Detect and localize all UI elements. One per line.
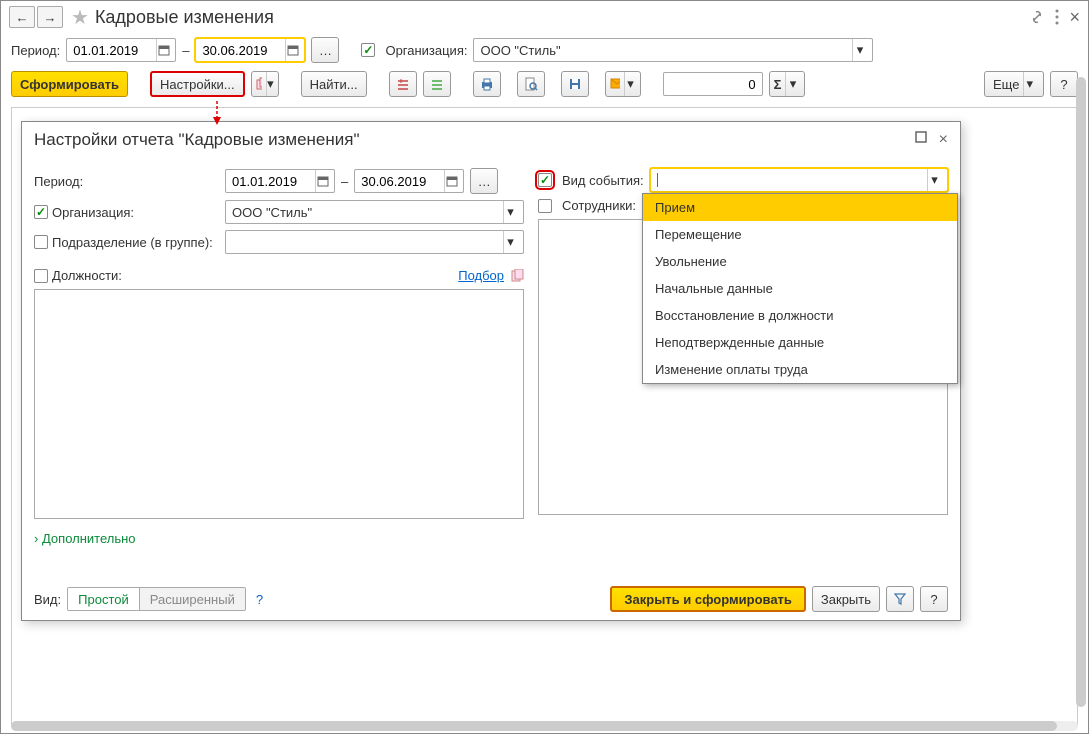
dialog-subdiv-select[interactable]: ▾ — [225, 230, 524, 254]
dialog-title: Настройки отчета "Кадровые изменения" — [34, 130, 360, 150]
period-picker-button[interactable]: … — [311, 37, 339, 63]
scrollbar-horizontal[interactable] — [11, 721, 1078, 731]
view-simple-tab[interactable]: Простой — [68, 588, 140, 610]
period-separator: – — [182, 43, 189, 58]
dialog-org-select[interactable]: ООО "Стиль" ▾ — [225, 200, 524, 224]
annotation-arrow-icon — [211, 101, 223, 125]
event-dropdown-list: Прием Перемещение Увольнение Начальные д… — [642, 193, 958, 384]
paste-icon[interactable] — [510, 269, 524, 283]
dialog-employees-label: Сотрудники: — [562, 198, 636, 213]
chevron-down-icon[interactable]: ▾ — [503, 201, 517, 223]
org-checkbox[interactable] — [361, 43, 375, 57]
calendar-icon[interactable] — [444, 170, 459, 192]
additional-toggle[interactable]: › Дополнительно — [34, 531, 136, 546]
chevron-down-icon: ▾ — [785, 72, 799, 96]
nav-forward-button[interactable]: → — [37, 6, 63, 28]
expand-groups-button[interactable] — [389, 71, 417, 97]
chevron-down-icon: ▾ — [1023, 72, 1035, 96]
dialog-close-icon[interactable]: × — [939, 131, 948, 149]
pick-link[interactable]: Подбор — [458, 268, 504, 283]
dialog-help-link[interactable]: ? — [256, 592, 263, 607]
close-button[interactable]: Закрыть — [812, 586, 880, 612]
chevron-down-icon[interactable]: ▾ — [503, 231, 517, 253]
generate-button[interactable]: Сформировать — [11, 71, 128, 97]
event-option[interactable]: Прием — [643, 194, 957, 221]
dialog-org-label: Организация: — [52, 205, 134, 220]
view-label: Вид: — [34, 592, 61, 607]
dialog-event-checkbox[interactable] — [538, 173, 552, 187]
event-option[interactable]: Перемещение — [643, 221, 957, 248]
sum-input[interactable] — [663, 72, 763, 96]
save-button[interactable] — [561, 71, 589, 97]
event-option[interactable]: Восстановление в должности — [643, 302, 957, 329]
favorite-star-icon[interactable]: ★ — [71, 5, 89, 30]
chevron-down-icon[interactable]: ▾ — [927, 169, 941, 191]
org-value: ООО "Стиль" — [480, 43, 560, 58]
dialog-subdiv-checkbox[interactable] — [34, 235, 48, 249]
dialog-employees-checkbox[interactable] — [538, 199, 552, 213]
dialog-positions-label: Должности: — [52, 268, 122, 283]
close-icon[interactable]: × — [1069, 7, 1080, 28]
help-button[interactable]: ? — [1050, 71, 1078, 97]
more-button[interactable]: Еще ▾ — [984, 71, 1044, 97]
dialog-period-label: Период: — [34, 174, 219, 189]
settings-variants-button[interactable]: ▾ — [251, 71, 279, 97]
kebab-menu-icon[interactable] — [1055, 9, 1059, 25]
chevron-down-icon: ▾ — [266, 72, 274, 96]
org-label: Организация: — [385, 43, 467, 58]
event-option[interactable]: Начальные данные — [643, 275, 957, 302]
view-advanced-tab[interactable]: Расширенный — [140, 588, 245, 610]
chevron-down-icon[interactable]: ▾ — [852, 39, 866, 61]
calendar-icon[interactable] — [285, 39, 300, 61]
event-option[interactable]: Увольнение — [643, 248, 957, 275]
calendar-icon[interactable] — [315, 170, 330, 192]
dialog-maximize-icon[interactable] — [915, 131, 927, 149]
settings-button[interactable]: Настройки... — [150, 71, 245, 97]
dialog-org-checkbox[interactable] — [34, 205, 48, 219]
dialog-period-from-input[interactable] — [225, 169, 335, 193]
chevron-down-icon: ▾ — [624, 72, 635, 96]
event-option[interactable]: Изменение оплаты труда — [643, 356, 957, 383]
email-button[interactable]: ▾ — [605, 71, 641, 97]
scrollbar-vertical[interactable] — [1076, 77, 1086, 707]
view-segmented: Простой Расширенный — [67, 587, 246, 611]
positions-listbox[interactable] — [34, 289, 524, 519]
dialog-subdiv-label: Подразделение (в группе): — [52, 235, 213, 250]
collapse-groups-button[interactable] — [423, 71, 451, 97]
nav-back-button[interactable]: ← — [9, 6, 35, 28]
filter-button[interactable] — [886, 586, 914, 612]
close-and-generate-button[interactable]: Закрыть и сформировать — [610, 586, 806, 612]
period-from-input[interactable] — [66, 38, 176, 62]
org-select[interactable]: ООО "Стиль" ▾ — [473, 38, 873, 62]
dialog-event-select[interactable]: ▾ — [650, 168, 948, 192]
find-button[interactable]: Найти... — [301, 71, 367, 97]
dialog-period-picker-button[interactable]: … — [470, 168, 498, 194]
dialog-event-label: Вид события: — [562, 173, 644, 188]
event-option[interactable]: Неподтвержденные данные — [643, 329, 957, 356]
calendar-icon[interactable] — [156, 39, 171, 61]
dialog-period-sep: – — [341, 174, 348, 189]
print-button[interactable] — [473, 71, 501, 97]
link-icon[interactable] — [1029, 9, 1045, 25]
sigma-button[interactable]: Σ ▾ — [769, 71, 805, 97]
dialog-positions-checkbox[interactable] — [34, 269, 48, 283]
dialog-period-to-input[interactable] — [354, 169, 464, 193]
preview-button[interactable] — [517, 71, 545, 97]
period-label: Период: — [11, 43, 60, 58]
period-to-input[interactable] — [195, 38, 305, 62]
dialog-help-button[interactable]: ? — [920, 586, 948, 612]
page-title: Кадровые изменения — [95, 7, 274, 28]
